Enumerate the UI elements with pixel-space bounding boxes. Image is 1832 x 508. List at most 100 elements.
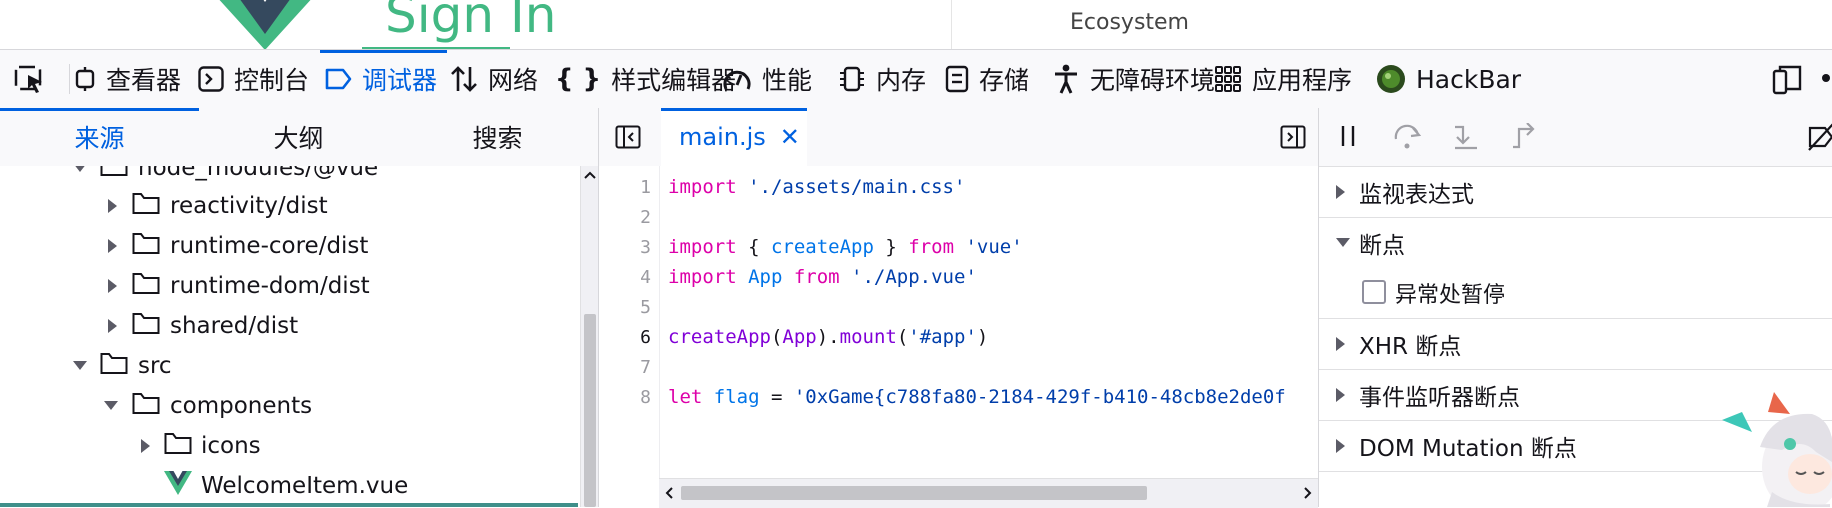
expand-arrow-icon	[72, 358, 88, 374]
accordion-label: XHR 断点	[1359, 334, 1462, 360]
tab-label: 样式编辑器	[611, 66, 737, 95]
tab-network[interactable]: 网络	[450, 50, 538, 108]
tab-label: 网络	[488, 66, 539, 95]
collapsed-arrow-icon	[1336, 185, 1345, 199]
line-number[interactable]: 3	[611, 237, 651, 258]
tab-sources[interactable]: 来源	[0, 108, 199, 166]
memory-icon	[838, 65, 866, 93]
accessibility-icon	[1052, 64, 1080, 94]
code-editor[interactable]: import './assets/main.css' import { crea…	[660, 166, 1318, 478]
watch-expressions-header[interactable]: 监视表达式	[1319, 167, 1832, 218]
scroll-right-icon[interactable]	[1303, 487, 1313, 499]
tab-style-editor[interactable]: { } 样式编辑器	[555, 50, 736, 108]
line-number[interactable]: 7	[611, 357, 651, 378]
collapsed-arrow-icon	[105, 318, 121, 334]
deactivate-breakpoints-icon[interactable]	[1807, 123, 1832, 151]
folder-icon	[132, 311, 160, 341]
tab-storage[interactable]: 存储	[945, 50, 1029, 108]
responsive-mode-button[interactable]	[1772, 65, 1804, 99]
expand-arrow-icon	[72, 166, 88, 176]
line-number[interactable]: 2	[611, 207, 651, 228]
code-line: import { createApp } from 'vue'	[668, 236, 1023, 258]
tree-item[interactable]: node_modules/@vue	[0, 166, 580, 188]
tree-item[interactable]: runtime-dom/dist	[0, 266, 580, 306]
toggle-sources-pane-icon[interactable]	[615, 125, 641, 149]
folder-icon	[100, 166, 128, 183]
tab-main-js[interactable]: main.js ✕	[661, 108, 807, 166]
tab-search[interactable]: 搜索	[398, 108, 597, 166]
xhr-breakpoints-header[interactable]: XHR 断点	[1319, 319, 1832, 370]
line-number[interactable]: 4	[611, 267, 651, 288]
scrollbar-thumb[interactable]	[681, 486, 1147, 500]
source-tree-scrollbar[interactable]	[580, 166, 599, 507]
tab-application[interactable]: 应用程序	[1214, 50, 1352, 108]
line-number-gutter[interactable]: 1 2 3 4 5 6 7 8	[599, 166, 660, 478]
network-icon	[450, 65, 478, 93]
step-out-icon[interactable]	[1509, 123, 1539, 151]
accordion-label: 事件监听器断点	[1359, 385, 1520, 411]
tree-item-label: runtime-core/dist	[170, 233, 369, 259]
tab-memory[interactable]: 内存	[838, 50, 926, 108]
more-options-icon[interactable]	[1822, 74, 1830, 82]
devtools-toolbar: 查看器 控制台 调试器 网络 { } 样式编辑器 性能 内存 存储 无障碍环境 …	[0, 50, 1832, 109]
scrollbar-thumb[interactable]	[584, 314, 596, 507]
step-in-icon[interactable]	[1451, 123, 1481, 151]
style-editor-icon: { }	[555, 64, 602, 94]
step-over-icon[interactable]	[1393, 123, 1423, 151]
line-number[interactable]: 8	[611, 387, 651, 408]
breakpoints-header[interactable]: 断点	[1319, 218, 1832, 269]
tree-item[interactable]: icons	[0, 426, 580, 466]
tab-label: 控制台	[234, 66, 310, 95]
expand-arrow-icon	[103, 398, 119, 414]
vue-file-icon	[164, 471, 192, 501]
tab-outline[interactable]: 大纲	[199, 108, 398, 166]
editor-horizontal-scrollbar[interactable]	[659, 478, 1318, 508]
pause-on-exceptions-row[interactable]: 异常处暂停	[1319, 268, 1832, 319]
accordion-label: 断点	[1359, 233, 1405, 259]
pause-on-exceptions-checkbox[interactable]	[1362, 280, 1386, 304]
tree-item-label: node_modules/@vue	[138, 166, 379, 181]
scroll-up-icon[interactable]	[584, 170, 596, 180]
tree-item[interactable]: components	[0, 386, 580, 426]
tree-item-label: runtime-dom/dist	[170, 273, 370, 299]
tab-accessibility[interactable]: 无障碍环境	[1052, 50, 1215, 108]
expand-arrow-icon	[1336, 238, 1350, 247]
line-number[interactable]: 5	[611, 297, 651, 318]
tree-item[interactable]: reactivity/dist	[0, 186, 580, 226]
responsive-mode-icon	[1772, 65, 1802, 95]
folder-icon	[132, 271, 160, 301]
page-header-strip: Sign In Ecosystem	[0, 0, 1832, 50]
tab-label: HackBar	[1416, 64, 1522, 94]
tab-hackbar[interactable]: HackBar	[1376, 50, 1521, 108]
tree-item-label: shared/dist	[170, 313, 299, 339]
ecosystem-link[interactable]: Ecosystem	[1070, 10, 1189, 35]
toggle-debug-pane-icon[interactable]	[1280, 125, 1306, 149]
line-number[interactable]: 6	[611, 327, 651, 348]
scroll-left-icon[interactable]	[664, 487, 674, 499]
folder-icon	[132, 191, 160, 221]
tree-item[interactable]: shared/dist	[0, 306, 580, 346]
tab-performance[interactable]: 性能	[722, 50, 812, 108]
line-number[interactable]: 1	[611, 177, 651, 198]
application-icon	[1214, 65, 1242, 93]
code-line: import App from './App.vue'	[668, 266, 977, 288]
sources-tabs: 来源 大纲 搜索	[0, 108, 598, 167]
tab-debugger[interactable]: 调试器	[319, 50, 448, 108]
collapsed-arrow-icon	[1336, 388, 1345, 402]
tree-item[interactable]: WelcomeItem.vue	[0, 466, 580, 506]
tree-item[interactable]: runtime-core/dist	[0, 226, 580, 266]
tab-inspector[interactable]: 查看器	[74, 50, 181, 108]
close-icon[interactable]: ✕	[780, 123, 800, 151]
folder-icon	[100, 351, 128, 381]
accordion-label: 监视表达式	[1359, 182, 1474, 208]
page-heading: Sign In	[385, 0, 557, 44]
code-line: let flag = '0xGame{c788fa80-2184-429f-b4…	[668, 386, 1286, 408]
tab-console[interactable]: 控制台	[198, 50, 309, 108]
tree-item-label: components	[170, 393, 313, 419]
pause-icon[interactable]	[1337, 123, 1359, 149]
storage-icon	[945, 65, 969, 93]
checkbox-label: 异常处暂停	[1395, 283, 1506, 308]
tree-item[interactable]: src	[0, 346, 580, 386]
tree-item-label: src	[138, 353, 172, 379]
element-picker-button[interactable]	[14, 64, 46, 98]
